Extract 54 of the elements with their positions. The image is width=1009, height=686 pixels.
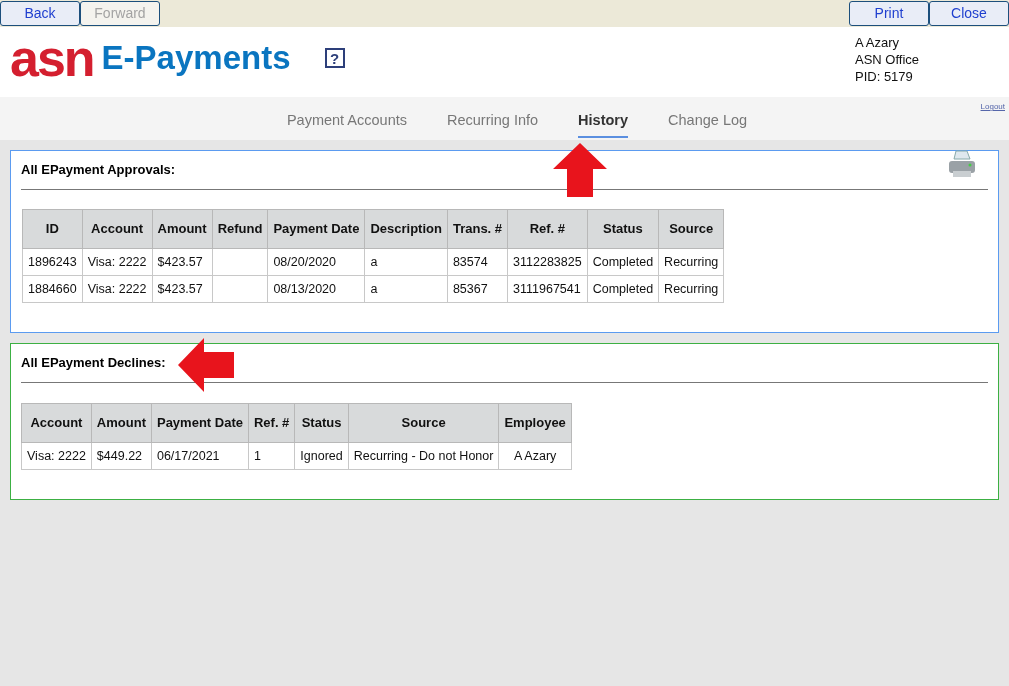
logo-title: E-Payments (101, 38, 291, 78)
table-cell: a (364, 248, 448, 276)
table-cell: Completed (587, 275, 659, 303)
column-header: Status (587, 209, 659, 249)
user-info: PID: 5179 (855, 68, 914, 85)
table-cell: 08/13/2020 (267, 275, 365, 303)
column-header: Description (364, 209, 448, 249)
table-cell: 3111967541 (507, 275, 588, 303)
logo-mark: asn (10, 36, 94, 80)
column-header: Amount (91, 403, 152, 443)
column-header: Ref. # (507, 209, 588, 249)
column-header: ID (22, 209, 83, 249)
column-header: Status (294, 403, 349, 443)
column-header: Amount (152, 209, 213, 249)
table-cell: 1884660 (22, 275, 83, 303)
column-header: Source (348, 403, 499, 443)
table-cell: Recurring (658, 275, 724, 303)
column-header: Payment Date (267, 209, 365, 249)
tab[interactable]: Payment Accounts (286, 110, 407, 136)
tab[interactable]: Change Log (668, 110, 748, 136)
table-cell: A Azary (498, 442, 572, 470)
table-cell: Completed (587, 248, 659, 276)
section-title: All EPayment Approvals: (21, 160, 176, 179)
user-info: ASN Office (855, 51, 921, 68)
column-header: Source (658, 209, 724, 249)
column-header: Refund (212, 209, 268, 249)
user-info: A Azary (855, 34, 901, 51)
nav-button[interactable]: Close (929, 1, 1009, 26)
tab[interactable]: Recurring Info (447, 110, 539, 136)
nav-button[interactable]: Print (849, 1, 929, 26)
table-cell: Visa: 2222 (82, 248, 153, 276)
table-cell: Recurring (658, 248, 724, 276)
table-cell: 3112283825 (507, 248, 588, 276)
column-header: Account (21, 403, 92, 443)
help-button[interactable]: ? (324, 48, 345, 68)
table-cell: 06/17/2021 (151, 442, 249, 470)
table-cell: Visa: 2222 (82, 275, 153, 303)
left-arrow (178, 338, 234, 392)
section-title: All EPayment Declines: (21, 353, 166, 372)
column-header: Trans. # (447, 209, 508, 249)
table-cell: 1896243 (22, 248, 83, 276)
column-header: Account (82, 209, 153, 249)
tab[interactable]: History (578, 110, 629, 138)
column-header: Ref. # (248, 403, 295, 443)
column-header: Employee (498, 403, 572, 443)
table-cell: a (364, 275, 448, 303)
table-cell: Recurring - Do not Honor (348, 442, 499, 470)
table-cell: 08/20/2020 (267, 248, 365, 276)
table-cell: Visa: 2222 (21, 442, 92, 470)
logout-link[interactable]: Logout (980, 101, 1005, 113)
column-header: Payment Date (151, 403, 249, 443)
nav-button[interactable]: Back (0, 1, 80, 26)
printer-icon[interactable] (948, 149, 976, 179)
up-arrow (553, 143, 607, 197)
